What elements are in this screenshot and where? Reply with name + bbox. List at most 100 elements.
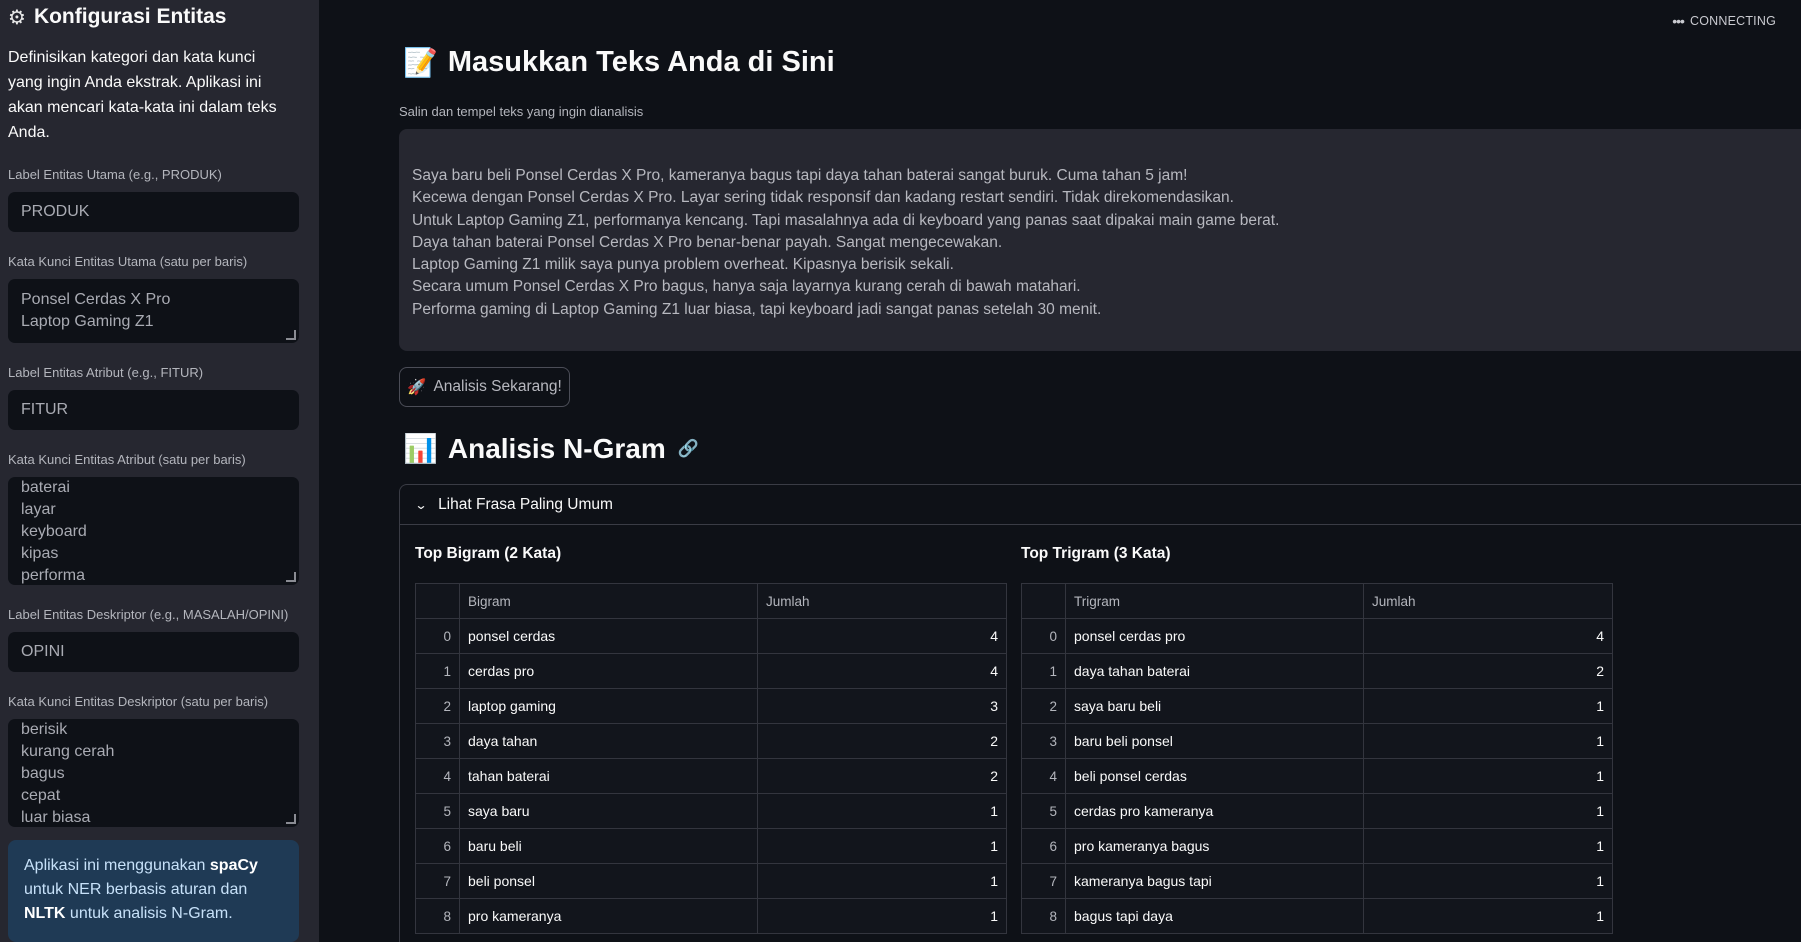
keyword-line: Laptop Gaming Z1 [21,313,154,330]
keyword-line: Ponsel Cerdas X Pro [21,291,171,308]
input-line: Performa gaming di Laptop Gaming Z1 luar… [412,300,1102,318]
table-row: 1 cerdas pro 4 [415,653,1007,689]
input-line: Untuk Laptop Gaming Z1, performanya kenc… [412,211,1280,229]
row-count: 1 [1363,828,1613,864]
bar-chart-icon: 📊 [403,433,438,464]
trigram-title: Top Trigram (3 Kata) [1021,545,1171,562]
input-line: Daya tahan baterai Ponsel Cerdas X Pro b… [412,233,1003,251]
attr-keywords-textarea[interactable]: baterai layar keyboard kipas performa [8,477,299,585]
table-row: 6 baru beli 1 [415,828,1007,864]
row-phrase: beli ponsel cerdas [1065,758,1364,794]
keyword-line: performa [21,567,86,584]
info-box: Aplikasi ini menggunakan spaCy untuk NER… [8,840,299,942]
row-phrase: saya baru [459,793,758,829]
row-index: 2 [415,688,460,724]
table-row: 6 pro kameranya bagus 1 [1021,828,1613,864]
chevron-down-icon: ⌄ [414,497,428,512]
table-header-phrase[interactable]: Bigram [459,583,758,619]
info-text: Aplikasi ini menggunakan [24,857,210,874]
link-icon[interactable]: 🔗 [678,439,699,459]
row-index: 5 [1021,793,1066,829]
resize-handle-icon[interactable] [286,814,296,824]
main-label-input[interactable]: PRODUK [8,192,299,232]
row-index: 0 [1021,618,1066,654]
sidebar: ⚙ Konfigurasi Entitas Definisikan katego… [0,0,319,942]
table-row: 7 beli ponsel 1 [415,863,1007,899]
table-header-row: Bigram Jumlah [415,583,1007,619]
text-input-area[interactable]: Saya baru beli Ponsel Cerdas X Pro, kame… [399,129,1801,351]
page-title: 📝 Masukkan Teks Anda di Sini [403,46,835,79]
desc-label-input[interactable]: OPINI [8,632,299,672]
resize-handle-icon[interactable] [286,330,296,340]
row-count: 1 [1363,898,1613,934]
row-count: 1 [1363,793,1613,829]
row-count: 1 [757,898,1007,934]
row-count: 1 [757,828,1007,864]
keyword-line: keyboard [21,523,87,540]
row-index: 3 [1021,723,1066,759]
rocket-icon: 🚀 [407,378,427,396]
bigram-table[interactable]: Bigram Jumlah 0 ponsel cerdas 4 1 cerdas pr… [415,583,1007,934]
input-line: Saya baru beli Ponsel Cerdas X Pro, kame… [412,167,1188,184]
row-index: 4 [415,758,460,794]
table-row: 1 daya tahan baterai 2 [1021,653,1613,689]
gear-icon: ⚙ [8,6,26,29]
row-count: 3 [757,688,1007,724]
keyword-line: baterai [21,479,70,496]
table-row: 3 daya tahan 2 [415,723,1007,759]
attr-label-input[interactable]: FITUR [8,390,299,430]
page-title-text: Masukkan Teks Anda di Sini [447,46,835,78]
row-index: 1 [415,653,460,689]
analyze-button[interactable]: 🚀 Analisis Sekarang! [399,367,570,407]
row-phrase: baru beli ponsel [1065,723,1364,759]
table-row: 5 cerdas pro kameranya 1 [1021,793,1613,829]
row-phrase: tahan baterai [459,758,758,794]
table-header-index [415,583,460,619]
table-header-phrase[interactable]: Trigram [1065,583,1364,619]
row-phrase: pro kameranya bagus [1065,828,1364,864]
row-phrase: pro kameranya [459,898,758,934]
analyze-button-label: Analisis Sekarang! [433,378,562,395]
row-index: 5 [415,793,460,829]
table-row: 4 tahan baterai 2 [415,758,1007,794]
row-index: 6 [415,828,460,864]
table-header-row: Trigram Jumlah [1021,583,1613,619]
row-index: 1 [1021,653,1066,689]
row-index: 7 [1021,863,1066,899]
info-text: untuk NER berbasis aturan dan [24,881,248,898]
keyword-line: kipas [21,545,59,562]
row-index: 4 [1021,758,1066,794]
keyword-line: cepat [21,787,61,804]
row-phrase: kameranya bagus tapi [1065,863,1364,899]
main-keywords-caption: Kata Kunci Entitas Utama (satu per baris… [8,254,248,269]
main-label-caption: Label Entitas Utama (e.g., PRODUK) [8,167,222,182]
table-header-count[interactable]: Jumlah [757,583,1007,619]
main-keywords-textarea[interactable]: Ponsel Cerdas X Pro Laptop Gaming Z1 [8,279,299,343]
row-count: 1 [1363,723,1613,759]
row-count: 1 [1363,863,1613,899]
row-phrase: bagus tapi daya [1065,898,1364,934]
attr-keywords-caption: Kata Kunci Entitas Atribut (satu per bar… [8,452,246,467]
table-row: 8 bagus tapi daya 1 [1021,898,1613,934]
sidebar-title: ⚙ Konfigurasi Entitas [8,0,311,34]
table-row: 2 saya baru beli 1 [1021,688,1613,724]
trigram-table[interactable]: Trigram Jumlah 0 ponsel cerdas pro 4 1 daya… [1021,583,1613,934]
table-row: 0 ponsel cerdas pro 4 [1021,618,1613,654]
desc-keywords-textarea[interactable]: berisik kurang cerah bagus cepat luar bi… [8,719,299,827]
ngram-expander: ⌄ Lihat Frasa Paling Umum Top Bigram (2 … [399,484,1801,942]
row-phrase: ponsel cerdas pro [1065,618,1364,654]
row-count: 2 [757,758,1007,794]
row-count: 1 [1363,688,1613,724]
row-phrase: ponsel cerdas [459,618,758,654]
row-index: 6 [1021,828,1066,864]
sidebar-description: Definisikan kategori dan kata kunci yang… [8,49,277,141]
expander-header[interactable]: ⌄ Lihat Frasa Paling Umum [400,485,1801,525]
row-index: 7 [415,863,460,899]
table-row: 7 kameranya bagus tapi 1 [1021,863,1613,899]
resize-handle-icon[interactable] [286,572,296,582]
desc-label-caption: Label Entitas Deskriptor (e.g., MASALAH/… [8,607,289,622]
row-count: 1 [757,863,1007,899]
table-header-count[interactable]: Jumlah [1363,583,1613,619]
sidebar-title-text: Konfigurasi Entitas [33,5,227,28]
input-label: Salin dan tempel teks yang ingin dianali… [399,104,644,119]
